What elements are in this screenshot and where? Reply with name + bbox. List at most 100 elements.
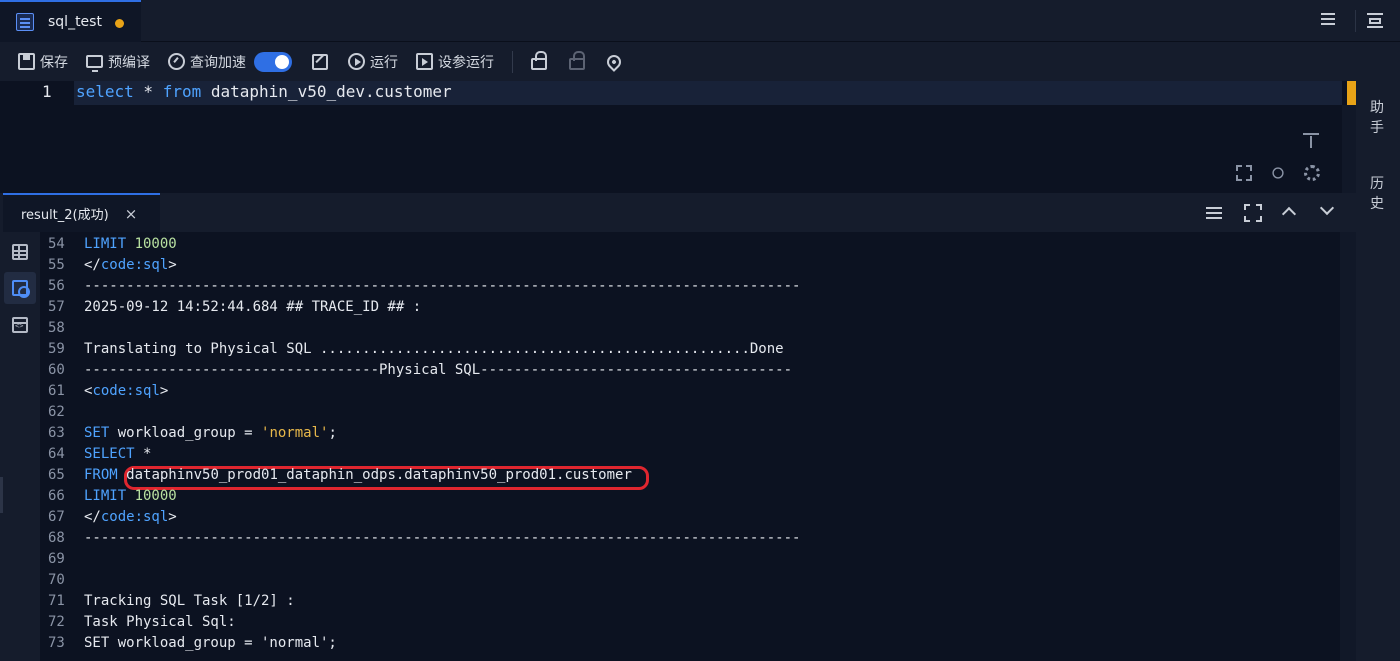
log-line: 62: [40, 402, 1340, 423]
code-table-name: dataphin_v50_dev.customer: [201, 82, 452, 101]
log-token: code:sql: [100, 257, 169, 273]
log-scrollbar[interactable]: [1340, 232, 1356, 661]
table-view-button[interactable]: [4, 236, 36, 268]
log-token: code:sql: [92, 383, 160, 399]
log-line: 70: [40, 570, 1340, 591]
log-token: LIMIT: [84, 488, 135, 504]
chevron-down-icon[interactable]: [1319, 200, 1335, 216]
query-accel-label: 查询加速: [190, 54, 246, 71]
result-left-rail: [0, 232, 40, 661]
run-button[interactable]: 运行: [348, 52, 398, 72]
log-line-number: 56: [48, 278, 65, 294]
result-header: result_2(成功) ×: [0, 193, 1356, 232]
close-icon[interactable]: ×: [125, 205, 138, 223]
query-accel-toggle[interactable]: [254, 51, 292, 72]
log-line-text: LIMIT 10000: [84, 486, 177, 507]
log-line-number: 65: [48, 467, 65, 483]
query-accel-icon: [168, 53, 185, 70]
result-fullscreen-icon[interactable]: [1244, 204, 1262, 222]
log-line: 73 SET workload_group = 'normal';: [40, 633, 1340, 654]
run-with-params-icon: [416, 53, 433, 70]
log-token: 'normal': [261, 425, 329, 441]
log-line-number: 57: [48, 299, 65, 315]
toolbar: 保存 预编译 查询加速 运行 设参运行: [0, 42, 1356, 81]
log-line: 66 LIMIT 10000: [40, 486, 1340, 507]
save-button[interactable]: 保存: [18, 52, 68, 72]
run-icon: [348, 53, 365, 70]
theme-icon[interactable]: [1272, 167, 1284, 179]
log-token: </: [84, 509, 101, 525]
log-token: Translating to Physical SQL ............…: [84, 341, 784, 357]
run-with-params-label: 设参运行: [438, 54, 494, 71]
unsaved-indicator: [115, 19, 124, 28]
log-token: workload_group =: [117, 425, 262, 441]
result-tab-label: result_2(成功): [21, 208, 109, 223]
log-line: 61 <code:sql>: [40, 381, 1340, 402]
log-line-text: </code:sql>: [84, 255, 177, 276]
sql-editor[interactable]: 1 select * from dataphin_v50_dev.custome…: [0, 81, 1356, 193]
scroll-to-top-icon[interactable]: [1303, 133, 1319, 149]
precompile-button[interactable]: 预编译: [86, 52, 150, 72]
log-token: ;: [328, 425, 337, 441]
run-with-params-button[interactable]: 设参运行: [416, 52, 494, 72]
editor-scrollbar[interactable]: [1342, 105, 1356, 193]
tab-sql-test[interactable]: sql_test: [0, 0, 141, 42]
divider: [1355, 10, 1356, 32]
log-token: SET workload_group = 'normal';: [84, 635, 337, 651]
log-line-number: 64: [48, 446, 65, 462]
gear-icon[interactable]: [1304, 165, 1320, 181]
log-line-number: 61: [48, 383, 65, 399]
log-line-text: FROM dataphinv50_prod01_dataphin_odps.da…: [84, 465, 632, 486]
log-token: >: [168, 257, 177, 273]
log-line-number: 73: [48, 635, 65, 651]
log-line-number: 55: [48, 257, 65, 273]
log-line-text: SET workload_group = 'normal';: [84, 633, 337, 654]
log-line-number: 62: [48, 404, 65, 420]
log-line-text: Translating to Physical SQL ............…: [84, 339, 784, 360]
run-label: 运行: [370, 54, 398, 71]
code-star: *: [133, 82, 163, 101]
log-line: 64 SELECT *: [40, 444, 1340, 465]
code-keyword-from: from: [162, 82, 202, 101]
editor-code-line[interactable]: select * from dataphin_v50_dev.customer: [76, 82, 452, 101]
layout-settings-icon[interactable]: [1367, 10, 1387, 30]
log-line-number: 71: [48, 593, 65, 609]
log-line-text: <code:sql>: [84, 381, 168, 402]
log-line-text: </code:sql>: [84, 507, 177, 528]
log-line: 57 2025-09-12 14:52:44.684 ## TRACE_ID ##…: [40, 297, 1340, 318]
result-tab[interactable]: result_2(成功) ×: [3, 193, 160, 232]
log-line-number: 58: [48, 320, 65, 336]
log-token: dataphinv50_prod01_dataphin_odps.dataphi…: [126, 467, 632, 483]
log-line-number: 60: [48, 362, 65, 378]
unlock-icon[interactable]: [569, 50, 585, 70]
chevron-up-icon[interactable]: [1281, 206, 1297, 222]
menu-icon[interactable]: [1318, 10, 1338, 30]
log-token: >: [159, 383, 169, 399]
log-line-number: 54: [48, 236, 65, 252]
log-line-text: SELECT *: [84, 444, 151, 465]
log-token: >: [168, 509, 177, 525]
log-line: 69: [40, 549, 1340, 570]
log-line-number: 70: [48, 572, 65, 588]
log-view-button[interactable]: [4, 272, 36, 304]
code-view-button[interactable]: [4, 309, 36, 341]
fullscreen-icon[interactable]: [1236, 165, 1252, 181]
lock-icon[interactable]: [531, 50, 547, 70]
location-pin-icon[interactable]: [604, 51, 624, 72]
log-token: *: [143, 446, 152, 462]
log-token: 10000: [134, 488, 177, 504]
editor-warning-marker: [1347, 81, 1356, 105]
log-line-number: 63: [48, 425, 65, 441]
edit-icon[interactable]: [312, 53, 328, 70]
log-line: 54 LIMIT 10000: [40, 234, 1340, 255]
rail-resize-handle[interactable]: [0, 477, 3, 513]
assistant-tab[interactable]: 助手: [1370, 98, 1386, 138]
save-label: 保存: [40, 54, 68, 71]
log-line-text: Tracking SQL Task [1/2] :: [84, 591, 295, 612]
log-token: ----------------------------------------…: [84, 278, 801, 294]
result-menu-icon[interactable]: [1206, 204, 1224, 222]
history-tab[interactable]: 历史: [1370, 174, 1386, 214]
log-token: SET: [84, 425, 118, 441]
log-token: 10000: [134, 236, 177, 252]
log-token: FROM: [84, 467, 127, 483]
